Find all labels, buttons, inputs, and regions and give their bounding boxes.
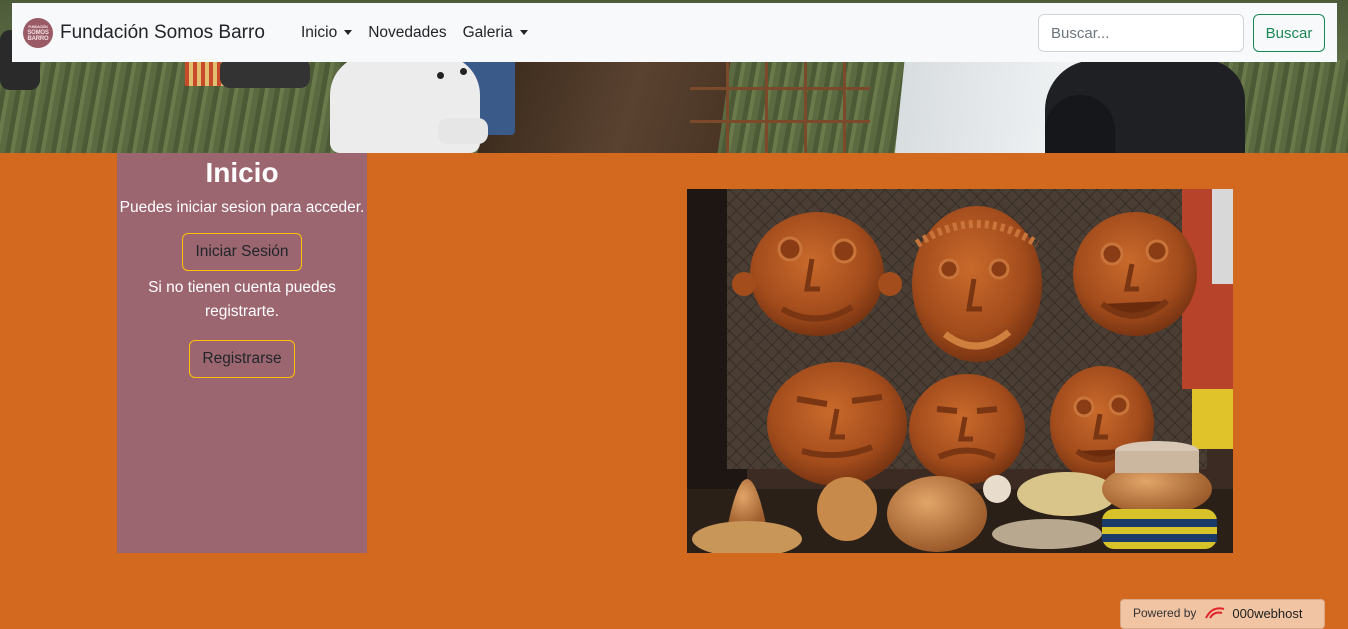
caret-down-icon [344, 30, 353, 35]
search-button[interactable]: Buscar [1253, 14, 1325, 52]
powered-by-badge[interactable]: Powered by 000webhost [1120, 599, 1325, 629]
brand-name: Fundación Somos Barro [60, 22, 265, 43]
nav-menu: Inicio Novedades Galeria [293, 3, 536, 62]
clay-faces-photo [687, 189, 1233, 553]
nav-item-galeria[interactable]: Galeria [455, 24, 536, 42]
login-panel: Inicio Puedes iniciar sesion para accede… [117, 153, 367, 553]
caret-down-icon [519, 30, 528, 35]
nav-item-inicio[interactable]: Inicio [293, 24, 360, 42]
search-input[interactable] [1038, 14, 1244, 52]
register-text: Si no tienen cuenta puedes registrarte. [148, 279, 336, 320]
login-text: Puedes iniciar sesion para acceder. [119, 199, 365, 216]
brand-link[interactable]: FUNDACIÓN SOMOS BARRO Fundación Somos Ba… [23, 17, 265, 49]
panel-title: Inicio [205, 157, 279, 188]
login-button[interactable]: Iniciar Sesión [182, 233, 302, 271]
nav-item-novedades[interactable]: Novedades [360, 24, 454, 42]
navbar: FUNDACIÓN SOMOS BARRO Fundación Somos Ba… [12, 3, 1337, 62]
register-button[interactable]: Registrarse [189, 340, 295, 378]
brand-logo: FUNDACIÓN SOMOS BARRO [23, 18, 53, 48]
webhost-brand: 000webhost [1232, 606, 1303, 621]
